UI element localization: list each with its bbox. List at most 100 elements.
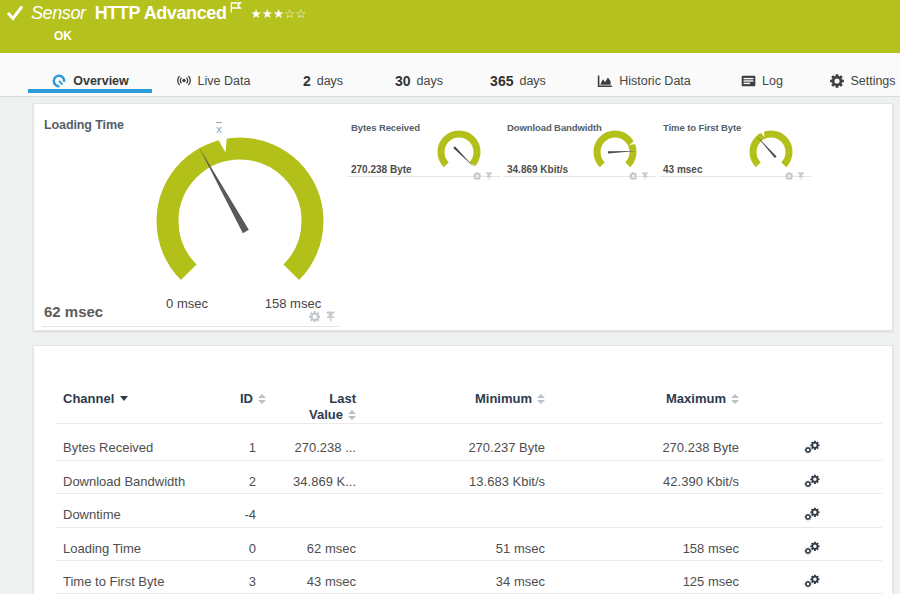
cell-channel[interactable]: Download Bandwidth (63, 469, 185, 493)
priority-stars[interactable]: ★★★☆☆ (250, 6, 306, 21)
sort-icon (731, 394, 739, 404)
gauge-title: Loading Time (44, 118, 124, 132)
historic-data-icon (597, 74, 613, 88)
cell-minimum: 34 msec (385, 569, 545, 593)
cell-maximum: 125 msec (579, 569, 739, 593)
tab-30-days-label: days (417, 74, 443, 88)
channel-settings-icon[interactable] (802, 469, 822, 493)
active-tab-underline (28, 89, 152, 93)
cell-maximum: 270.238 Byte (579, 435, 739, 459)
stars-empty: ☆☆ (284, 6, 306, 21)
gauge-tile-actions (473, 166, 494, 184)
cell-channel[interactable]: Bytes Received (63, 435, 153, 459)
tab-historic-data-label: Historic Data (619, 74, 691, 88)
tab-365-days-number: 365 (490, 73, 513, 89)
gauge-settings-gear-icon[interactable] (309, 308, 321, 326)
cell-channel[interactable]: Loading Time (63, 536, 141, 560)
cell-maximum: 158 msec (579, 536, 739, 560)
live-data-icon (176, 73, 192, 88)
table-row: Downtime -4 (55, 502, 882, 526)
table-divider (55, 423, 882, 424)
tab-log-label: Log (762, 74, 783, 88)
sensor-header: Sensor HTTP Advanced ★★★☆☆ OK (0, 0, 900, 53)
sort-icon (537, 394, 545, 404)
tab-2-days[interactable]: 2 days (290, 65, 356, 96)
tab-settings-label: Settings (850, 74, 895, 88)
gauge-value: 270.238 Byte (351, 164, 412, 175)
loading-time-gauge (140, 131, 340, 301)
channels-table-panel: Channel ID Last Value Minimum Maximum By… (33, 345, 893, 594)
gauge-pin-icon[interactable] (641, 166, 649, 184)
table-row: Download Bandwidth 2 34.869 K... 13.683 … (55, 469, 882, 493)
status-badge: OK (54, 29, 72, 43)
table-divider (55, 560, 882, 561)
gauge-settings-gear-icon[interactable] (629, 166, 638, 184)
gauge-pin-icon[interactable] (485, 166, 493, 184)
channel-settings-icon[interactable] (802, 569, 822, 593)
tab-live-data[interactable]: Live Data (163, 65, 263, 96)
cell-last-value: 43 msec (236, 569, 356, 593)
gauge-scale-min: 0 msec (147, 296, 227, 311)
stars-filled: ★★★ (250, 6, 284, 21)
sort-desc-caret-icon (120, 396, 128, 401)
object-kind-label: Sensor (31, 3, 86, 23)
tab-30-days-number: 30 (395, 73, 411, 89)
tab-365-days-label: days (519, 74, 545, 88)
tab-overview-label: Overview (73, 74, 129, 88)
column-header-maximum[interactable]: Maximum (579, 391, 739, 406)
gauge-pin-icon[interactable] (325, 308, 336, 326)
channel-settings-icon[interactable] (802, 502, 822, 526)
table-divider (55, 493, 882, 494)
channel-settings-icon[interactable] (802, 435, 822, 459)
gauge-tile-bytes-received: Bytes Received 270.238 Byte (347, 118, 500, 177)
cell-last-value: 62 msec (236, 536, 356, 560)
cell-channel[interactable]: Time to First Byte (63, 569, 164, 593)
cell-last-value (236, 502, 356, 526)
gauge-value: 34.869 Kbit/s (507, 164, 568, 175)
tab-2-days-number: 2 (303, 73, 311, 89)
cell-channel[interactable]: Downtime (63, 502, 121, 526)
column-header-minimum[interactable]: Minimum (385, 391, 545, 406)
gauge-tile-actions (785, 166, 806, 184)
gauge-value: 43 msec (663, 164, 702, 175)
cell-minimum: 13.683 Kbit/s (385, 469, 545, 493)
gauges-panel: Loading Time x 0 msec 158 msec 62 msec B… (33, 103, 893, 331)
tab-historic-data[interactable]: Historic Data (588, 65, 700, 96)
cell-minimum (385, 502, 545, 526)
settings-gear-icon (830, 74, 844, 88)
tab-live-data-label: Live Data (198, 74, 251, 88)
tab-365-days[interactable]: 365 days (478, 65, 558, 96)
table-divider (55, 460, 882, 461)
gauge-tile-time-to-first-byte: Time to First Byte 43 msec (659, 118, 812, 177)
status-check-icon (6, 4, 24, 25)
prtg-sensor-page: Sensor HTTP Advanced ★★★☆☆ OK Overview Li… (0, 0, 900, 594)
gauge-settings-gear-icon[interactable] (785, 166, 794, 184)
cell-last-value: 270.238 ... (236, 435, 356, 459)
sort-icon (348, 410, 356, 420)
gauge-title: Time to First Byte (663, 122, 741, 133)
tab-settings[interactable]: Settings (823, 65, 900, 96)
gauge-tile-actions (629, 166, 650, 184)
log-icon (741, 75, 756, 87)
gauge-tile-actions (309, 308, 337, 326)
channel-settings-icon[interactable] (802, 536, 822, 560)
priority-flag-icon[interactable] (230, 0, 242, 17)
column-header-last-value[interactable]: Last Value (236, 391, 356, 423)
cell-minimum: 51 msec (385, 536, 545, 560)
table-row: Loading Time 0 62 msec 51 msec 158 msec (55, 536, 882, 560)
table-row: Time to First Byte 3 43 msec 34 msec 125… (55, 569, 882, 593)
tab-log[interactable]: Log (734, 65, 790, 96)
gauge-settings-gear-icon[interactable] (473, 166, 482, 184)
sensor-name: HTTP Advanced (95, 3, 227, 23)
sensor-title-row: Sensor HTTP Advanced ★★★☆☆ (31, 0, 307, 26)
table-divider (55, 527, 882, 528)
gauge-tile-download-bandwidth: Download Bandwidth 34.869 Kbit/s (503, 118, 656, 177)
tab-30-days[interactable]: 30 days (383, 65, 455, 96)
gauge-value: 62 msec (44, 303, 103, 320)
gauge-title: Bytes Received (351, 122, 420, 133)
average-marker-label: x (204, 123, 234, 135)
gauge-icon (51, 73, 67, 89)
column-header-channel[interactable]: Channel (63, 391, 128, 406)
gauge-pin-icon[interactable] (797, 166, 805, 184)
tab-bar: Overview Live Data 2 days 30 days 365 da… (0, 53, 900, 97)
